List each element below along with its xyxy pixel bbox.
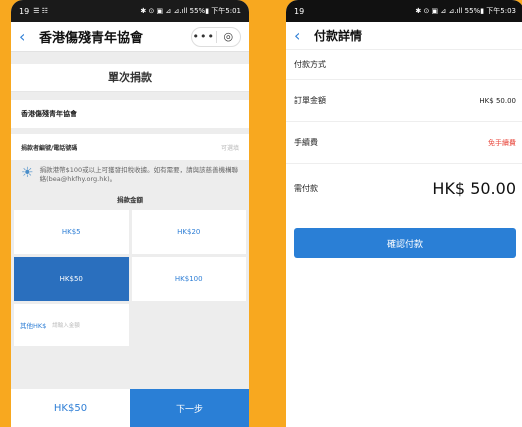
order-amount-value: HK$ 50.00 [479,96,516,105]
donor-id-input[interactable]: 可選填 [221,143,239,152]
notice-text: 捐款港幣$100或以上可獲發扣稅收據。如有需要，請與該慈善機構聯絡(bea@hk… [39,166,239,183]
system-icons: ✱ ⊙ ▣ ⊿ ⊿.ıll 55%▮ 下午5:03 [415,7,516,15]
close-target-icon[interactable]: ◎ [217,30,241,43]
next-button[interactable]: 下一步 [130,389,249,427]
back-icon[interactable]: ‹ [19,27,35,46]
organization-name: 香港傷殘青年協會 [11,100,249,128]
selected-amount: HK$50 [11,389,130,427]
app-title: 香港傷殘青年協會 [39,31,144,46]
back-icon[interactable]: ‹ [294,26,310,45]
amount-option-20[interactable]: HK$20 [131,210,246,254]
order-amount-label: 訂單金額 [294,96,326,105]
confirm-payment-button[interactable]: 確認付款 [294,228,516,258]
system-icons: ✱ ⊙ ▣ ⊿ ⊿.ıll 55%▮ 下午5:01 [140,7,241,15]
fee-row: 手續費 免手續費 [286,122,522,164]
amount-option-50[interactable]: HK$50 [14,257,129,301]
page-title: 付款詳情 [314,29,363,43]
app-header: ‹ 香港傷殘青年協會 ••• ◎ [11,22,249,52]
status-bar: 19 ☰ ☷ ✱ ⊙ ▣ ⊿ ⊿.ıll 55%▮ 下午5:01 [11,0,249,22]
status-bar: 19 ✱ ⊙ ▣ ⊿ ⊿.ıll 55%▮ 下午5:03 [286,0,522,22]
donor-id-label: 捐款者編號/電話號碼 [21,144,78,152]
other-amount-field[interactable]: 其他HK$ 請輸入金額 [14,304,129,346]
payment-details-screen: 19 ✱ ⊙ ▣ ⊿ ⊿.ıll 55%▮ 下午5:03 ‹ 付款詳情 付款方式… [286,0,522,427]
tax-receipt-notice: ☀ 捐款港幣$100或以上可獲發扣稅收據。如有需要，請與該慈善機構聯絡(bea@… [11,160,249,188]
payable-value: HK$ 50.00 [432,178,516,198]
fee-label: 手續費 [294,138,318,147]
amount-title: 捐款金額 [117,196,143,204]
empty-cell [131,304,246,346]
donation-screen: 19 ☰ ☷ ✱ ⊙ ▣ ⊿ ⊿.ıll 55%▮ 下午5:01 ‹ 香港傷殘青… [11,0,249,427]
notification-icons: ☰ ☷ [33,7,48,15]
payment-method-label: 付款方式 [294,60,326,69]
page-header: ‹ 付款詳情 [286,22,522,50]
payable-row: 需付款 HK$ 50.00 [286,164,522,212]
mini-program-capsule: ••• ◎ [191,26,241,47]
order-amount-row: 訂單金額 HK$ 50.00 [286,80,522,122]
status-time: 19 [294,6,305,16]
amount-option-5[interactable]: HK$5 [14,210,129,254]
other-amount-input[interactable]: 請輸入金額 [52,321,80,329]
status-time: 19 [19,6,30,16]
section-title: 單次捐款 [11,64,249,92]
lightbulb-icon: ☀ [21,165,34,181]
amount-option-100[interactable]: HK$100 [131,257,246,301]
payable-label: 需付款 [294,183,318,193]
donor-id-field[interactable]: 捐款者編號/電話號碼 可選填 [11,134,249,160]
more-icon[interactable]: ••• [192,30,216,43]
amount-grid: HK$5 HK$20 HK$50 HK$100 [11,210,249,301]
bottom-bar: HK$50 下一步 [11,389,249,427]
payment-method-row[interactable]: 付款方式 [286,50,522,80]
other-amount-label: 其他HK$ [20,322,47,330]
fee-value: 免手續費 [488,138,516,147]
other-amount-row: 其他HK$ 請輸入金額 [11,301,249,346]
